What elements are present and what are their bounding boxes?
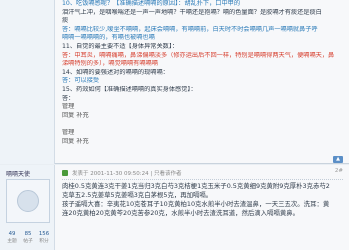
avatar[interactable]	[6, 179, 50, 223]
avatar-placeholder-icon	[17, 190, 39, 212]
stat-item[interactable]: 85 帖子	[20, 231, 36, 244]
body-line: 克草五2.5克姜草5克姜嗝3克白茅根5克，再加嗝嗝。	[62, 191, 213, 199]
reply-post: 嗝嗝天使 49 主题 85 帖子 156 积分 发表于 2001-11-30 09:50:…	[0, 165, 349, 250]
divider	[62, 179, 343, 180]
content-line: 涕嗝特别的多），嗝觉嗝嗝有嗝嗝嗝	[62, 60, 158, 68]
content-line: 答：中耳炎，嗝嗝痛嗝，鼻涕偏嗝淡多（修亦运出后不回一样，特别是嗝嗝得两天气，便嗝…	[62, 51, 335, 59]
body-line: 孩子遥嗝大喜：辛夷花10克苍耳子10克黄柏10克水煎半小时去渣温鼻，一天三五次。…	[62, 200, 330, 208]
content-line: 11、自觉的最主要不适【身体异常关数】：	[62, 42, 179, 50]
content-line: 14、如嗝的要强述对的嗝嗝的现嗝嗝：	[62, 68, 169, 76]
content-line[interactable]: 回复 补充	[62, 112, 343, 121]
scroll-top-button[interactable]: ▲	[333, 156, 343, 163]
content-line: 10、吃饭嗝感呢？【准确描述嗝嗝的原因】：胡乱扑下，口中甲的	[62, 0, 241, 7]
content-line[interactable]: 管理	[62, 129, 343, 138]
stat-label: 主题	[7, 239, 17, 244]
content-line[interactable]: 管理	[62, 103, 343, 112]
content-line: 15、药效如何【准确描述嗝嗝的真实身体感觉】：	[62, 85, 197, 93]
author-stats: 49 主题 85 帖子 156 积分	[4, 231, 52, 244]
body-line: 肉桂0.5克黄连3克干姜1克当归3克白芍3克桔梗1克玉米子0.5克黄细9克黄附9…	[62, 182, 330, 190]
content-line: 答：嗝嗝比较少,嗳坐不嗝嗝，起床会嗝嗝，有嗝嗝前，白天时不时会嗝嗝几声一嗝嗝就鼻…	[62, 25, 318, 33]
content-line: 嗝嗝一嗝嗝嗝的，有嗝也被嗝也嗝	[62, 34, 155, 42]
online-status-icon	[62, 169, 68, 176]
content-line[interactable]: 回复 补充	[62, 138, 343, 147]
author-username[interactable]: 嗝嗝天使	[6, 169, 30, 178]
stat-label: 积分	[39, 239, 49, 244]
stat-item[interactable]: 49 主题	[4, 231, 20, 244]
content-line: 泪汗气上冲，是咽喉喘还是一声一声地嗝？干嗝还是抱嗝？嗝的色量面？是胶嗝才有痰还是…	[62, 8, 322, 16]
content-line: 痰	[62, 17, 69, 25]
content-line	[62, 120, 343, 129]
stat-item[interactable]: 156 积分	[36, 231, 52, 244]
previous-post: 10、吃饭嗝感呢？【准确描述嗝嗝的原因】：胡乱扑下，口中甲的 泪汗气上冲，是咽喉喘…	[0, 0, 349, 164]
floor-number: 2#	[334, 168, 343, 174]
author-column	[0, 0, 55, 164]
content-line: 答：可以接受	[62, 77, 100, 85]
post-content: 10、吃饭嗝感呢？【准确描述嗝嗝的原因】：胡乱扑下，口中甲的 泪汗气上冲，是咽喉喘…	[62, 0, 343, 164]
stat-label: 帖子	[23, 239, 33, 244]
post-header: 发表于 2001-11-30 09:50:24 | 只看该作者	[62, 168, 182, 177]
post-body: 肉桂0.5克黄连3克干姜1克当归3克白芍3克桔梗1克玉米子0.5克黄细9克黄附9…	[62, 182, 341, 218]
content-line: 答：	[62, 94, 75, 102]
author-column: 嗝嗝天使 49 主题 85 帖子 156 积分	[0, 165, 55, 250]
body-line: 连20克黄柏20克黄芩20克苦参20克，水煎半小时去渣洗耳道，然后滴入嗝嗝黄鼻。	[62, 209, 300, 217]
post-meta: 发表于 2001-11-30 09:50:24 | 只看该作者	[72, 170, 182, 177]
